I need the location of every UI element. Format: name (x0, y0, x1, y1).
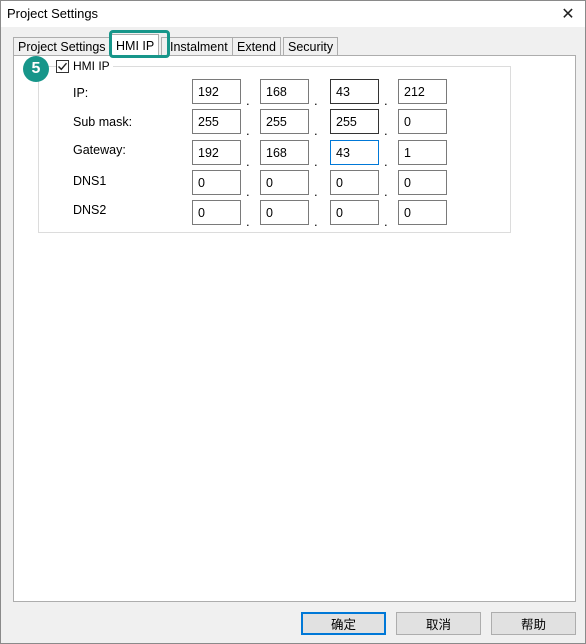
sub-mask-octet-4[interactable]: 0 (398, 109, 447, 134)
ip-separator: . (314, 123, 318, 138)
ip-separator: . (384, 123, 388, 138)
hmi-ip-group-header: HMI IP (56, 59, 113, 73)
ip-separator: . (246, 154, 250, 169)
hmi-ip-checkbox[interactable] (56, 59, 69, 73)
ip-separator: . (384, 184, 388, 199)
ip-separator: . (246, 184, 250, 199)
tab-security[interactable]: Security (283, 37, 339, 56)
ip-octet-3[interactable]: 43 (330, 79, 379, 104)
ip-separator: . (314, 214, 318, 229)
ip-label: IP: (73, 86, 89, 100)
dns2-label: DNS2 (73, 203, 107, 217)
ip-separator: . (384, 214, 388, 229)
sub-mask-label: Sub mask: (73, 115, 133, 129)
gateway-octet-3[interactable]: 43 (330, 140, 379, 165)
tab-highlight-annotation (109, 30, 170, 58)
cancel-button[interactable]: 取消 (396, 612, 481, 635)
tab-project-settings[interactable]: Project Settings (13, 37, 111, 56)
tab-extend[interactable]: Extend (232, 37, 281, 56)
sub-mask-octet-3[interactable]: 255 (330, 109, 379, 134)
ip-octet-2[interactable]: 168 (260, 79, 309, 104)
tab-instalment[interactable]: Instalment (161, 37, 233, 56)
step-badge: 5 (23, 56, 49, 82)
ip-octet-1[interactable]: 192 (192, 79, 241, 104)
title-bar: Project Settings ✕ (1, 1, 585, 27)
dns1-octet-3[interactable]: 0 (330, 170, 379, 195)
gateway-octet-4[interactable]: 1 (398, 140, 447, 165)
ip-separator: . (384, 93, 388, 108)
ip-separator: . (314, 184, 318, 199)
ip-separator: . (384, 154, 388, 169)
dns2-octet-2[interactable]: 0 (260, 200, 309, 225)
ok-button[interactable]: 确定 (301, 612, 386, 635)
ip-separator: . (314, 93, 318, 108)
sub-mask-octet-1[interactable]: 255 (192, 109, 241, 134)
dns2-octet-3[interactable]: 0 (330, 200, 379, 225)
checkmark-icon (58, 62, 68, 70)
close-icon[interactable]: ✕ (557, 3, 579, 25)
dns2-octet-4[interactable]: 0 (398, 200, 447, 225)
dns1-octet-1[interactable]: 0 (192, 170, 241, 195)
ip-separator: . (246, 123, 250, 138)
ip-separator: . (314, 154, 318, 169)
help-button[interactable]: 帮助 (491, 612, 576, 635)
dns1-octet-2[interactable]: 0 (260, 170, 309, 195)
ip-octet-4[interactable]: 212 (398, 79, 447, 104)
project-settings-dialog: Project Settings ✕ Project Settings HMI … (0, 0, 586, 644)
gateway-octet-2[interactable]: 168 (260, 140, 309, 165)
sub-mask-octet-2[interactable]: 255 (260, 109, 309, 134)
dns1-octet-4[interactable]: 0 (398, 170, 447, 195)
dialog-title: Project Settings (7, 6, 99, 21)
ip-separator: . (246, 214, 250, 229)
gateway-octet-1[interactable]: 192 (192, 140, 241, 165)
dns2-octet-1[interactable]: 0 (192, 200, 241, 225)
hmi-ip-checkbox-label: HMI IP (73, 59, 110, 73)
dns1-label: DNS1 (73, 174, 107, 188)
ip-separator: . (246, 93, 250, 108)
gateway-label: Gateway: (73, 143, 126, 157)
